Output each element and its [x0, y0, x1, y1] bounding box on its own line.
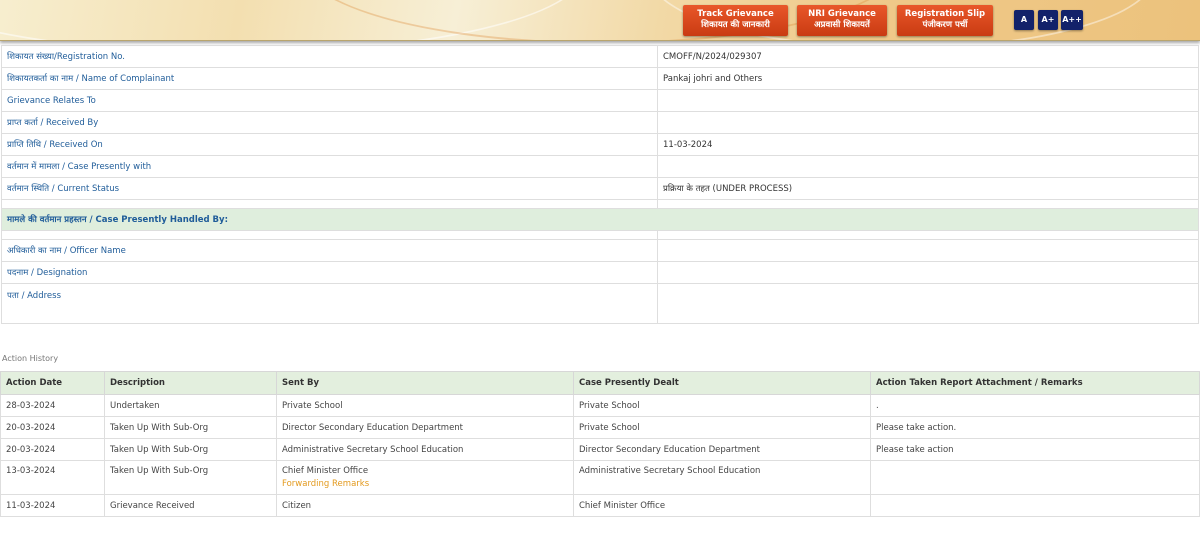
spacer-cell: [657, 230, 1199, 240]
case-dealt-cell: Chief Minister Office: [573, 494, 871, 517]
current-status-value: प्रक्रिया के तहत (UNDER PROCESS): [657, 177, 1199, 200]
table-row: 28-03-2024 Undertaken Private School Pri…: [0, 394, 1200, 417]
header-banner: Track Grievance शिकायत की जानकारी NRI Gr…: [0, 0, 1200, 41]
remarks-cell: [870, 460, 1200, 495]
presently-with-value: [657, 155, 1199, 178]
font-size-normal-button[interactable]: A: [1014, 10, 1034, 30]
case-dealt-cell: Private School: [573, 394, 871, 417]
case-dealt-cell: Director Secondary Education Department: [573, 438, 871, 461]
relates-to-label: Grievance Relates To: [1, 89, 658, 112]
received-on-value: 11-03-2024: [657, 133, 1199, 156]
detail-row: वर्तमान में मामला / Case Presently with: [1, 155, 1199, 178]
action-history-title: Action History: [2, 354, 59, 363]
spacer-cell: [1, 199, 658, 209]
handled-by-heading: मामले की वर्तमान प्रहस्तन / Case Present…: [1, 208, 1199, 231]
column-header-action-date: Action Date: [0, 371, 105, 395]
spacer-row: [1, 230, 1199, 240]
sent-by-cell: Citizen: [276, 494, 574, 517]
button-label-hi: शिकायत की जानकारी: [701, 20, 770, 30]
column-header-description: Description: [104, 371, 277, 395]
column-header-remarks: Action Taken Report Attachment / Remarks: [870, 371, 1200, 395]
sent-by-cell: Director Secondary Education Department: [276, 416, 574, 439]
sent-by-cell: Private School: [276, 394, 574, 417]
column-header-sent-by: Sent By: [276, 371, 574, 395]
description-cell: Undertaken: [104, 394, 277, 417]
relates-to-value: [657, 89, 1199, 112]
detail-row: प्राप्त कर्ता / Received By: [1, 111, 1199, 134]
current-status-label: वर्तमान स्थिति / Current Status: [1, 177, 658, 200]
action-date-cell: 13-03-2024: [0, 460, 105, 495]
remarks-cell: Please take action.: [870, 416, 1200, 439]
description-cell: Taken Up With Sub-Org: [104, 438, 277, 461]
column-header-case-presently-dealt: Case Presently Dealt: [573, 371, 871, 395]
detail-row: अधिकारी का नाम / Officer Name: [1, 239, 1199, 262]
table-row: 13-03-2024 Taken Up With Sub-Org Chief M…: [0, 460, 1200, 495]
spacer-cell: [657, 199, 1199, 209]
action-date-cell: 20-03-2024: [0, 438, 105, 461]
detail-row: शिकायत संख्या/Registration No. CMOFF/N/2…: [1, 45, 1199, 68]
remarks-cell: .: [870, 394, 1200, 417]
action-history-table: Action Date Description Sent By Case Pre…: [0, 371, 1200, 517]
description-cell: Taken Up With Sub-Org: [104, 416, 277, 439]
description-cell: Grievance Received: [104, 494, 277, 517]
address-value: [657, 283, 1199, 324]
button-label-en: Registration Slip: [904, 9, 986, 19]
action-date-cell: 20-03-2024: [0, 416, 105, 439]
remarks-cell: [870, 494, 1200, 517]
detail-row: पदनाम / Designation: [1, 261, 1199, 284]
detail-row: Grievance Relates To: [1, 89, 1199, 112]
complainant-value: Pankaj johri and Others: [657, 67, 1199, 90]
presently-with-label: वर्तमान में मामला / Case Presently with: [1, 155, 658, 178]
button-label-en: Track Grievance: [697, 9, 774, 19]
action-date-cell: 28-03-2024: [0, 394, 105, 417]
button-label-hi: पंजीकरण पर्ची: [922, 20, 968, 30]
received-on-label: प्राप्ति तिथि / Received On: [1, 133, 658, 156]
table-row: 11-03-2024 Grievance Received Citizen Ch…: [0, 494, 1200, 517]
remarks-cell: Please take action: [870, 438, 1200, 461]
designation-value: [657, 261, 1199, 284]
nri-grievance-button[interactable]: NRI Grievance अप्रवासी शिकायतें: [797, 5, 887, 36]
sent-by-text: Chief Minister Office: [282, 466, 369, 476]
detail-row: शिकायतकर्ता का नाम / Name of Complainant…: [1, 67, 1199, 90]
detail-row: प्राप्ति तिथि / Received On 11-03-2024: [1, 133, 1199, 156]
table-row: 20-03-2024 Taken Up With Sub-Org Adminis…: [0, 438, 1200, 461]
registration-no-value: CMOFF/N/2024/029307: [657, 45, 1199, 68]
received-by-label: प्राप्त कर्ता / Received By: [1, 111, 658, 134]
forwarding-remarks-link[interactable]: Forwarding Remarks: [282, 479, 568, 489]
font-size-large-button[interactable]: A+: [1038, 10, 1058, 30]
section-header-row: मामले की वर्तमान प्रहस्तन / Case Present…: [1, 208, 1199, 231]
complainant-label: शिकायतकर्ता का नाम / Name of Complainant: [1, 67, 658, 90]
registration-slip-button[interactable]: Registration Slip पंजीकरण पर्ची: [897, 5, 993, 36]
spacer-cell: [1, 230, 658, 240]
table-header-row: Action Date Description Sent By Case Pre…: [0, 371, 1200, 395]
case-dealt-cell: Private School: [573, 416, 871, 439]
grievance-details-table: शिकायत संख्या/Registration No. CMOFF/N/2…: [1, 45, 1199, 324]
table-row: 20-03-2024 Taken Up With Sub-Org Directo…: [0, 416, 1200, 439]
spacer-row: [1, 199, 1199, 209]
font-size-xlarge-button[interactable]: A++: [1061, 10, 1083, 30]
received-by-value: [657, 111, 1199, 134]
sent-by-cell: Chief Minister Office Forwarding Remarks: [276, 460, 574, 495]
address-label: पता / Address: [1, 283, 658, 324]
officer-name-value: [657, 239, 1199, 262]
designation-label: पदनाम / Designation: [1, 261, 658, 284]
sent-by-cell: Administrative Secretary School Educatio…: [276, 438, 574, 461]
case-dealt-cell: Administrative Secretary School Educatio…: [573, 460, 871, 495]
button-label-en: NRI Grievance: [808, 9, 876, 19]
description-cell: Taken Up With Sub-Org: [104, 460, 277, 495]
button-label-hi: अप्रवासी शिकायतें: [814, 20, 870, 30]
registration-no-label: शिकायत संख्या/Registration No.: [1, 45, 658, 68]
action-date-cell: 11-03-2024: [0, 494, 105, 517]
detail-row: पता / Address: [1, 283, 1199, 324]
track-grievance-button[interactable]: Track Grievance शिकायत की जानकारी: [683, 5, 788, 36]
officer-name-label: अधिकारी का नाम / Officer Name: [1, 239, 658, 262]
detail-row: वर्तमान स्थिति / Current Status प्रक्रिय…: [1, 177, 1199, 200]
